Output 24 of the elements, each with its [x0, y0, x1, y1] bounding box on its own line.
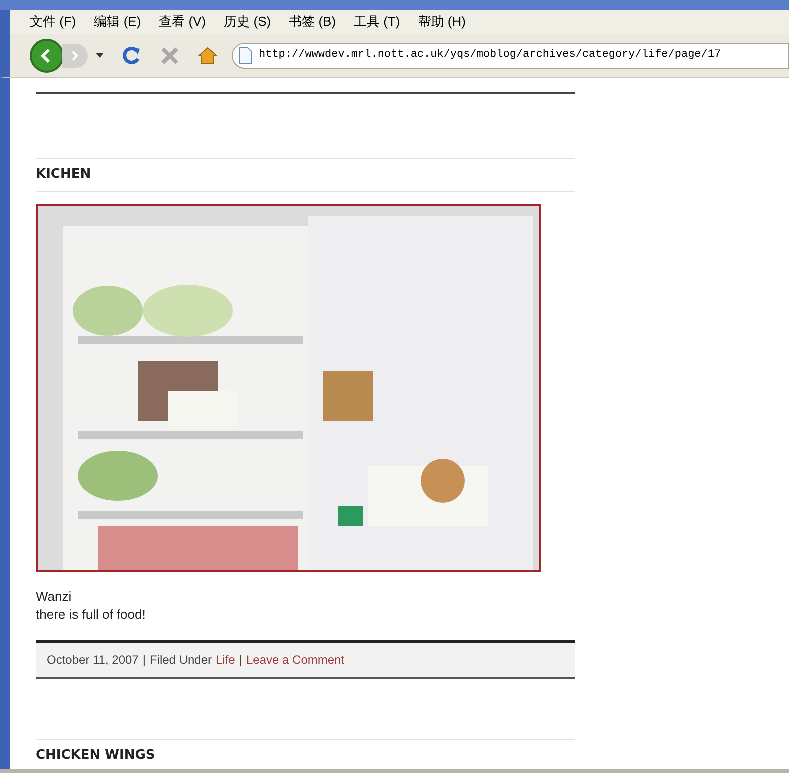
menu-item[interactable]: 帮助 (H) — [418, 12, 466, 32]
home-icon[interactable] — [198, 46, 218, 66]
comment-link[interactable]: Leave a Comment — [246, 650, 345, 668]
post-text: there is full of food! — [36, 606, 147, 624]
menu-item[interactable]: 历史 (S) — [224, 12, 272, 32]
filed-under-label: Filed Under — [150, 652, 212, 668]
menu-item[interactable]: 书签 (B) — [289, 12, 336, 32]
post-title[interactable]: KICHEN — [36, 167, 92, 182]
menu-item[interactable]: 文件 (F) — [30, 12, 76, 32]
post-date: October 11, 2007 — [47, 652, 139, 668]
dropdown-icon[interactable] — [96, 52, 104, 58]
separator-text: | — [239, 652, 242, 668]
address-field[interactable]: http://wwwdev.mrl.nott.ac.uk/yqs/moblog/archives/category/life/page/17 — [232, 42, 789, 68]
reload-icon[interactable] — [122, 46, 142, 66]
back-button[interactable] — [30, 38, 64, 72]
post-title[interactable]: CHICKEN WINGS — [36, 748, 156, 762]
separator-text: | — [142, 652, 146, 668]
url-text: http://wwwdev.mrl.nott.ac.uk/yqs/moblog/archives/category/life/page/17 — [259, 48, 722, 64]
page-icon — [239, 46, 253, 64]
post-text: Wanzi — [36, 588, 73, 606]
menu-item[interactable]: 查看 (V) — [159, 12, 206, 32]
menu-item[interactable]: 编辑 (E) — [94, 12, 142, 32]
menu-item[interactable]: 工具 (T) — [354, 12, 400, 32]
category-link[interactable]: Life — [216, 650, 236, 668]
